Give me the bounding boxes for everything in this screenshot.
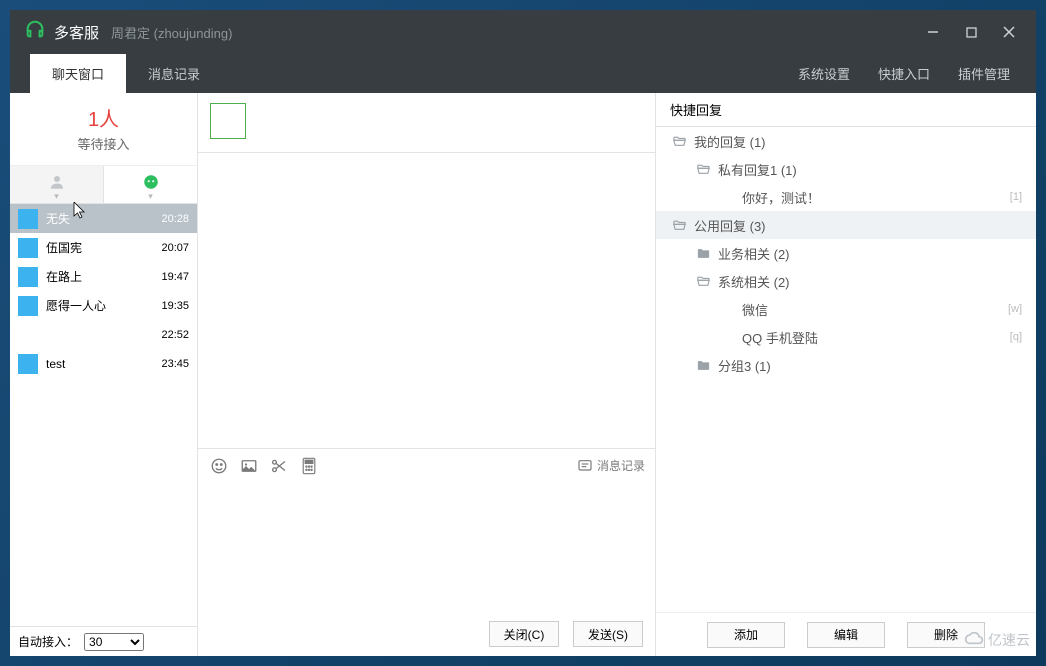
- sidebar-tab-wechat[interactable]: ▾: [104, 166, 197, 203]
- chevron-down-icon: ▾: [148, 191, 153, 202]
- tree-row[interactable]: QQ 手机登陆[q]: [656, 323, 1036, 351]
- tree-label: 分组3 (1): [718, 356, 1022, 375]
- contact-row[interactable]: 在路上19:47: [10, 262, 197, 291]
- chat-header: [198, 93, 655, 153]
- tree-shortcut: [1]: [1010, 191, 1022, 203]
- contact-time: 23:45: [161, 358, 189, 370]
- contact-row[interactable]: 愿得一人心19:35: [10, 291, 197, 320]
- contact-name: 伍国宪: [46, 239, 161, 256]
- tab-chat-window[interactable]: 聊天窗口: [30, 54, 126, 93]
- contact-row[interactable]: 伍国宪20:07: [10, 233, 197, 262]
- waiting-count: 1人: [10, 103, 197, 132]
- close-button[interactable]: [990, 10, 1028, 54]
- chevron-down-icon: ▾: [54, 191, 59, 202]
- image-icon[interactable]: [238, 455, 260, 477]
- app-title: 多客服: [54, 22, 99, 43]
- contact-time: 22:52: [161, 329, 189, 341]
- tabbar: 聊天窗口 消息记录 系统设置 快捷入口 插件管理: [10, 54, 1036, 93]
- chat-panel: 消息记录 关闭(C) 发送(S): [198, 93, 656, 656]
- tree-label: 私有回复1 (1): [718, 160, 1022, 179]
- tab-plugin-mgmt[interactable]: 插件管理: [944, 54, 1024, 93]
- edit-button[interactable]: 编辑: [807, 622, 885, 648]
- folder-open-icon: [694, 274, 712, 289]
- tree-shortcut: [q]: [1010, 331, 1022, 343]
- tree-label: 业务相关 (2): [718, 244, 1022, 263]
- history-label: 消息记录: [597, 457, 645, 474]
- add-button[interactable]: 添加: [707, 622, 785, 648]
- tab-message-log[interactable]: 消息记录: [126, 54, 222, 93]
- tree-row[interactable]: 我的回复 (1): [656, 127, 1036, 155]
- message-area: [198, 153, 655, 448]
- sidebar-tab-user[interactable]: ▾: [10, 166, 104, 203]
- tree-label: 公用回复 (3): [694, 216, 1022, 235]
- tree-row[interactable]: 系统相关 (2): [656, 267, 1036, 295]
- avatar: [18, 267, 38, 287]
- minimize-button[interactable]: [914, 10, 952, 54]
- tree-row[interactable]: 公用回复 (3): [656, 211, 1036, 239]
- tree-row[interactable]: 业务相关 (2): [656, 239, 1036, 267]
- folder-icon: [694, 246, 712, 261]
- input-toolbar: 消息记录: [198, 448, 655, 482]
- folder-open-icon: [670, 134, 688, 149]
- avatar: [18, 238, 38, 258]
- contact-time: 19:47: [161, 271, 189, 283]
- tree-label: 系统相关 (2): [718, 272, 1022, 291]
- quick-reply-panel: 快捷回复 我的回复 (1) 私有回复1 (1) 你好，测试！[1] 公用回复 (3) 业…: [656, 93, 1036, 656]
- auto-accept-label: 自动接入：: [18, 633, 78, 650]
- history-link[interactable]: 消息记录: [577, 457, 645, 474]
- contact-time: 20:28: [161, 213, 189, 225]
- contact-name: test: [46, 357, 161, 371]
- tree-label: QQ 手机登陆: [742, 328, 1010, 347]
- contact-list: 无失20:28伍国宪20:07在路上19:47愿得一人心19:3522:52te…: [10, 204, 197, 626]
- avatar: [18, 296, 38, 316]
- tree-row[interactable]: 微信[w]: [656, 295, 1036, 323]
- quick-reply-tree: 我的回复 (1) 私有回复1 (1) 你好，测试！[1] 公用回复 (3) 业务相关 (…: [656, 127, 1036, 612]
- emoji-icon[interactable]: [208, 455, 230, 477]
- chat-avatar[interactable]: [210, 103, 246, 139]
- quick-reply-title: 快捷回复: [656, 93, 1036, 127]
- folder-icon: [694, 358, 712, 373]
- window-controls: [914, 10, 1028, 54]
- tree-row[interactable]: 分组3 (1): [656, 351, 1036, 379]
- send-button[interactable]: 发送(S): [573, 621, 643, 647]
- contact-name: 无失: [46, 210, 161, 227]
- contact-row[interactable]: test23:45: [10, 349, 197, 378]
- folder-open-icon: [694, 162, 712, 177]
- waiting-box[interactable]: 1人 等待接入: [10, 93, 197, 166]
- sidebar: 1人 等待接入 ▾ ▾ 无失20:28伍国宪20:07在路上19:47愿得一人心…: [10, 93, 198, 656]
- scissors-icon[interactable]: [268, 455, 290, 477]
- tree-shortcut: [w]: [1008, 303, 1022, 315]
- waiting-label: 等待接入: [10, 134, 197, 153]
- message-input[interactable]: [198, 482, 655, 612]
- main-window: 多客服 周君定 (zhoujunding) 聊天窗口 消息记录 系统设置 快捷入…: [10, 10, 1036, 656]
- close-chat-button[interactable]: 关闭(C): [489, 621, 559, 647]
- tree-row[interactable]: 私有回复1 (1): [656, 155, 1036, 183]
- tree-label: 我的回复 (1): [694, 132, 1022, 151]
- headset-icon: [24, 19, 46, 46]
- tab-quick-entry[interactable]: 快捷入口: [864, 54, 944, 93]
- contact-row[interactable]: 无失20:28: [10, 204, 197, 233]
- titlebar: 多客服 周君定 (zhoujunding): [10, 10, 1036, 54]
- contact-time: 19:35: [161, 300, 189, 312]
- contact-row[interactable]: 22:52: [10, 320, 197, 349]
- auto-accept-select[interactable]: 30: [84, 633, 144, 651]
- avatar: [18, 209, 38, 229]
- tree-row[interactable]: 你好，测试！[1]: [656, 183, 1036, 211]
- avatar: [18, 354, 38, 374]
- folder-open-icon: [670, 218, 688, 233]
- user-info: 周君定 (zhoujunding): [111, 23, 232, 42]
- auto-accept-bar: 自动接入： 30: [10, 626, 197, 656]
- contact-time: 20:07: [161, 242, 189, 254]
- contact-name: 愿得一人心: [46, 297, 161, 314]
- watermark: 亿速云: [964, 630, 1030, 650]
- maximize-button[interactable]: [952, 10, 990, 54]
- tree-label: 微信: [742, 300, 1008, 319]
- tab-system-settings[interactable]: 系统设置: [784, 54, 864, 93]
- calculator-icon[interactable]: [298, 455, 320, 477]
- tree-label: 你好，测试！: [742, 188, 1010, 207]
- contact-name: 在路上: [46, 268, 161, 285]
